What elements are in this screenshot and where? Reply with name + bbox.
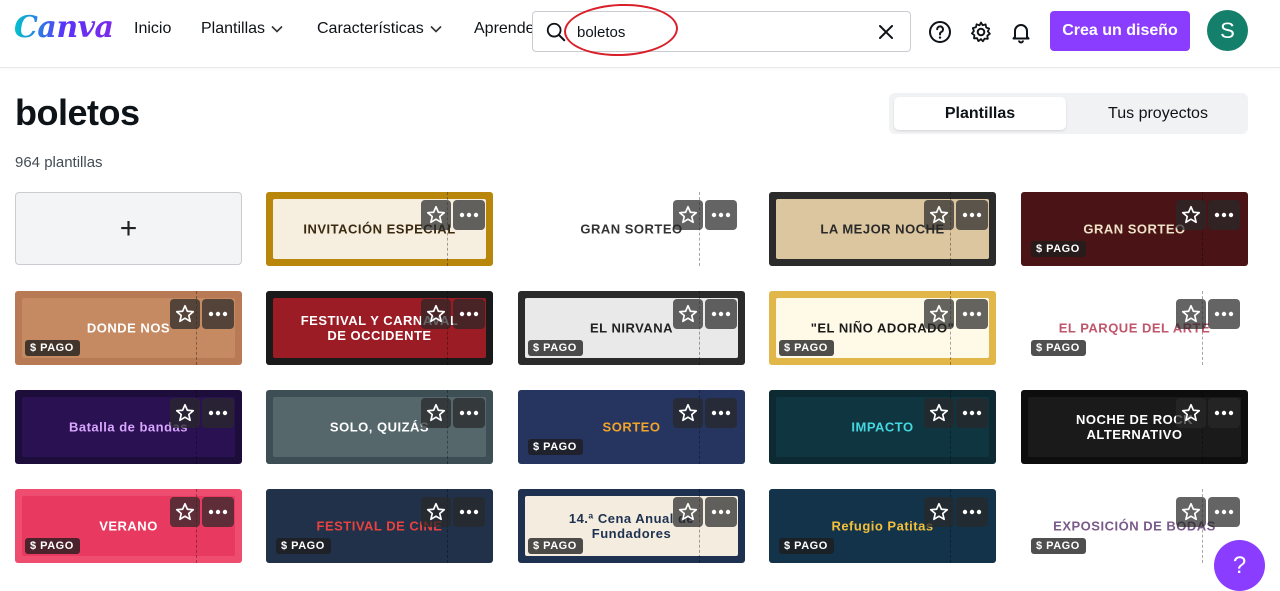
star-favorite-icon[interactable] bbox=[1176, 200, 1206, 230]
template-card[interactable]: "EL NIÑO ADORADO" $ PAGO bbox=[769, 291, 996, 365]
star-favorite-icon[interactable] bbox=[421, 497, 451, 527]
template-card[interactable]: Batalla de bandas bbox=[15, 390, 242, 464]
bell-icon bbox=[1012, 24, 1030, 44]
star-favorite-icon[interactable] bbox=[170, 299, 200, 329]
star-favorite-icon[interactable] bbox=[924, 200, 954, 230]
star-favorite-icon[interactable] bbox=[170, 398, 200, 428]
help-button[interactable] bbox=[924, 16, 956, 48]
notifications-button[interactable] bbox=[1005, 16, 1037, 48]
tab-plantillas[interactable]: Plantillas bbox=[894, 97, 1066, 130]
gear-icon bbox=[971, 21, 991, 43]
paid-badge: $ PAGO bbox=[779, 538, 834, 554]
clear-search-icon[interactable] bbox=[876, 22, 896, 42]
template-card[interactable]: Refugio Patitas $ PAGO bbox=[769, 489, 996, 563]
more-options-icon[interactable] bbox=[202, 299, 234, 329]
star-favorite-icon[interactable] bbox=[1176, 497, 1206, 527]
more-options-icon[interactable] bbox=[956, 497, 988, 527]
star-favorite-icon[interactable] bbox=[924, 497, 954, 527]
template-card[interactable]: GRAN SORTEO bbox=[518, 192, 745, 266]
paid-badge: $ PAGO bbox=[528, 538, 583, 554]
star-favorite-icon[interactable] bbox=[673, 299, 703, 329]
more-options-icon[interactable] bbox=[453, 398, 485, 428]
template-card[interactable]: IMPACTO bbox=[769, 390, 996, 464]
chevron-down-icon bbox=[430, 25, 442, 33]
paid-badge: $ PAGO bbox=[276, 538, 331, 554]
search-icon bbox=[546, 22, 566, 42]
paid-badge: $ PAGO bbox=[779, 340, 834, 356]
paid-badge: $ PAGO bbox=[528, 439, 583, 455]
nav-aprende[interactable]: Aprende bbox=[474, 20, 535, 38]
create-design-button[interactable]: Crea un diseño bbox=[1050, 11, 1190, 51]
template-card[interactable]: FESTIVAL Y CARNAVAL DE OCCIDENTE bbox=[266, 291, 493, 365]
template-card[interactable]: SORTEO $ PAGO bbox=[518, 390, 745, 464]
star-favorite-icon[interactable] bbox=[170, 497, 200, 527]
paid-badge: $ PAGO bbox=[528, 340, 583, 356]
search-bar[interactable] bbox=[532, 11, 911, 52]
chevron-down-icon bbox=[271, 25, 283, 33]
help-fab[interactable]: ? bbox=[1214, 540, 1265, 591]
more-options-icon[interactable] bbox=[453, 299, 485, 329]
top-navigation-bar: Canva Inicio Plantillas Características … bbox=[0, 0, 1280, 68]
more-options-icon[interactable] bbox=[1208, 398, 1240, 428]
tab-tus-proyectos[interactable]: Tus proyectos bbox=[1072, 97, 1244, 130]
template-card[interactable]: VERANO $ PAGO bbox=[15, 489, 242, 563]
template-card[interactable]: SOLO, QUIZÁS bbox=[266, 390, 493, 464]
avatar[interactable]: S bbox=[1207, 10, 1248, 51]
template-card[interactable]: EL PARQUE DEL ARTE $ PAGO bbox=[1021, 291, 1248, 365]
help-circle-icon bbox=[929, 21, 951, 43]
template-card[interactable]: INVITACIÓN ESPECIAL bbox=[266, 192, 493, 266]
template-card[interactable]: GRAN SORTEO $ PAGO bbox=[1021, 192, 1248, 266]
star-favorite-icon[interactable] bbox=[673, 497, 703, 527]
template-card[interactable]: DONDE NOS $ PAGO bbox=[15, 291, 242, 365]
more-options-icon[interactable] bbox=[1208, 299, 1240, 329]
nav-plantillas[interactable]: Plantillas bbox=[201, 20, 283, 38]
search-input[interactable] bbox=[577, 18, 867, 46]
star-favorite-icon[interactable] bbox=[1176, 398, 1206, 428]
more-options-icon[interactable] bbox=[453, 200, 485, 230]
more-options-icon[interactable] bbox=[956, 299, 988, 329]
nav-plantillas-label: Plantillas bbox=[201, 20, 266, 37]
more-options-icon[interactable] bbox=[956, 398, 988, 428]
more-options-icon[interactable] bbox=[202, 398, 234, 428]
more-options-icon[interactable] bbox=[705, 497, 737, 527]
star-favorite-icon[interactable] bbox=[421, 398, 451, 428]
star-favorite-icon[interactable] bbox=[924, 299, 954, 329]
star-favorite-icon[interactable] bbox=[1176, 299, 1206, 329]
nav-inicio[interactable]: Inicio bbox=[134, 20, 171, 38]
template-card[interactable]: NOCHE DE ROCK ALTERNATIVO bbox=[1021, 390, 1248, 464]
more-options-icon[interactable] bbox=[453, 497, 485, 527]
star-favorite-icon[interactable] bbox=[673, 398, 703, 428]
star-favorite-icon[interactable] bbox=[421, 299, 451, 329]
template-card[interactable]: 14.ª Cena Anual de Fundadores $ PAGO bbox=[518, 489, 745, 563]
nav-aprende-label: Aprende bbox=[474, 20, 535, 37]
settings-button[interactable] bbox=[965, 16, 997, 48]
star-favorite-icon[interactable] bbox=[673, 200, 703, 230]
more-options-icon[interactable] bbox=[1208, 497, 1240, 527]
view-toggle: Plantillas Tus proyectos bbox=[889, 93, 1248, 134]
paid-badge: $ PAGO bbox=[1031, 340, 1086, 356]
paid-badge: $ PAGO bbox=[1031, 241, 1086, 257]
create-blank-card[interactable]: + bbox=[15, 192, 242, 265]
more-options-icon[interactable] bbox=[705, 200, 737, 230]
star-favorite-icon[interactable] bbox=[421, 200, 451, 230]
more-options-icon[interactable] bbox=[705, 398, 737, 428]
template-card[interactable]: EL NIRVANA $ PAGO bbox=[518, 291, 745, 365]
more-options-icon[interactable] bbox=[705, 299, 737, 329]
result-count: 964 plantillas bbox=[15, 154, 103, 171]
paid-badge: $ PAGO bbox=[25, 340, 80, 356]
template-card[interactable]: EXPOSICIÓN DE BODAS $ PAGO bbox=[1021, 489, 1248, 563]
more-options-icon[interactable] bbox=[1208, 200, 1240, 230]
nav-caracteristicas-label: Características bbox=[317, 20, 424, 37]
nav-caracteristicas[interactable]: Características bbox=[317, 20, 442, 38]
nav-inicio-label: Inicio bbox=[134, 20, 172, 37]
more-options-icon[interactable] bbox=[956, 200, 988, 230]
star-favorite-icon[interactable] bbox=[924, 398, 954, 428]
more-options-icon[interactable] bbox=[202, 497, 234, 527]
paid-badge: $ PAGO bbox=[1031, 538, 1086, 554]
template-card[interactable]: LA MEJOR NOCHE bbox=[769, 192, 996, 266]
template-card[interactable]: FESTIVAL DE CINE $ PAGO bbox=[266, 489, 493, 563]
page-title: boletos bbox=[15, 92, 140, 133]
canva-logo[interactable]: Canva bbox=[14, 10, 114, 45]
paid-badge: $ PAGO bbox=[25, 538, 80, 554]
